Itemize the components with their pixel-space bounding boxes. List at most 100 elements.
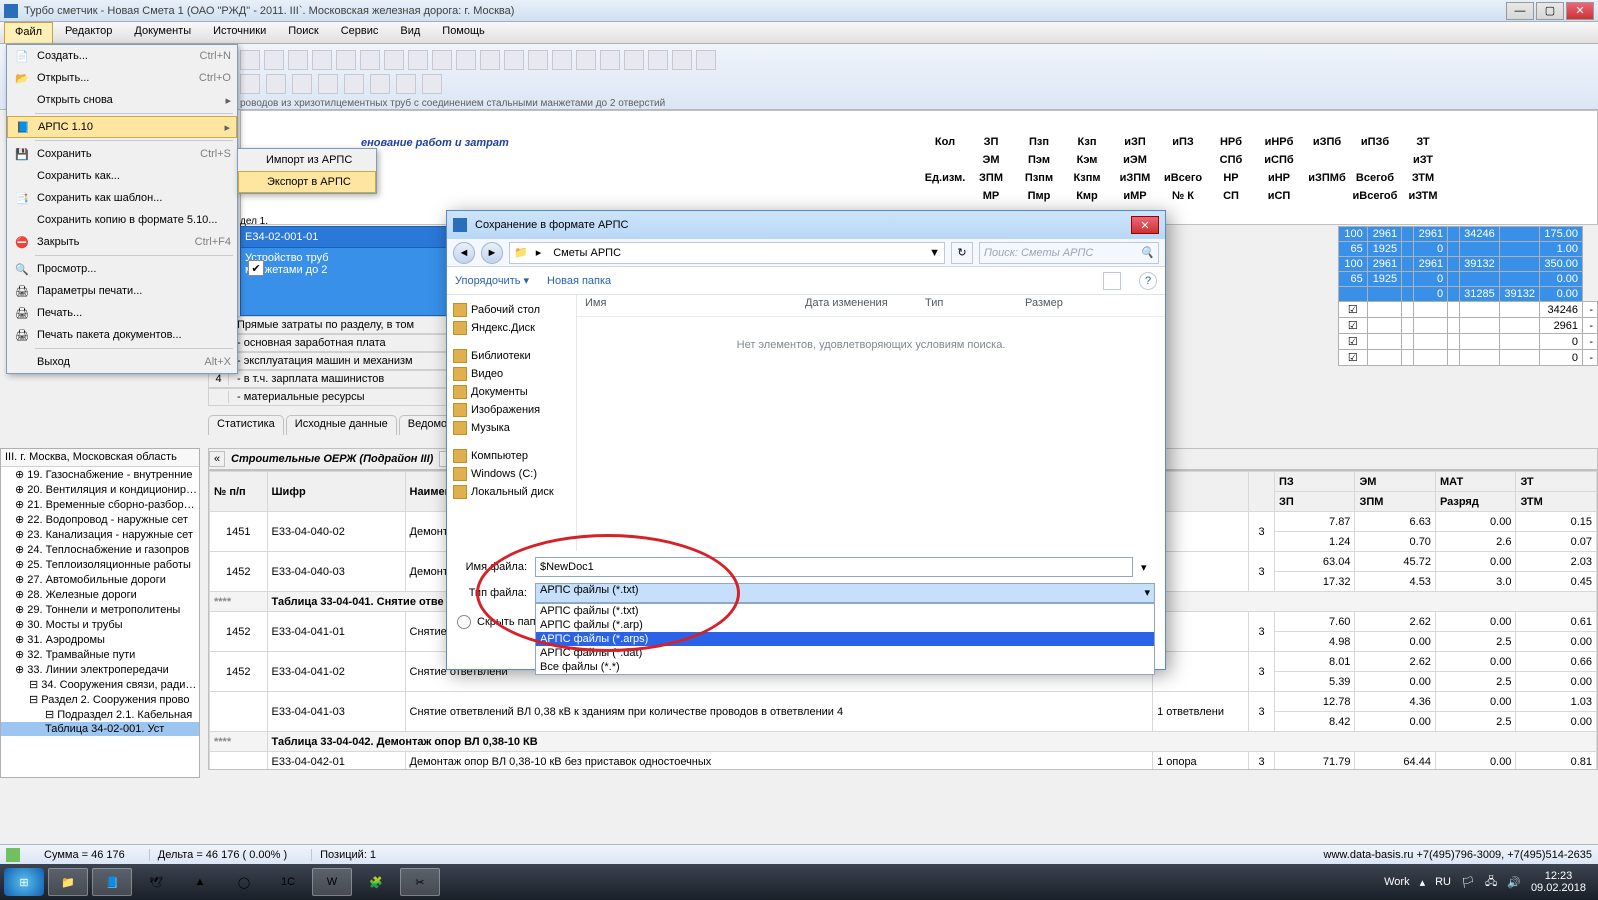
tab-sourcedata[interactable]: Исходные данные xyxy=(286,415,397,435)
file-menu-save[interactable]: 💾СохранитьCtrl+S xyxy=(7,143,237,165)
file-menu-savecopy[interactable]: Сохранить копию в формате 5.10... xyxy=(7,209,237,231)
start-button[interactable]: ⊞ xyxy=(4,868,44,896)
refresh-button[interactable]: ↻ xyxy=(951,242,973,264)
dialog-close-button[interactable]: ✕ xyxy=(1131,216,1159,234)
task-1c[interactable]: 1C xyxy=(268,868,308,896)
filename-input[interactable] xyxy=(535,557,1133,577)
system-tray[interactable]: Work ▴ RU 🏳 🖧 🔊 12:23 09.02.2018 xyxy=(1384,870,1594,894)
file-menu-printbatch[interactable]: 🖨Печать пакета документов... xyxy=(7,324,237,346)
folder-tree-item[interactable]: Компьютер xyxy=(451,447,572,465)
file-menu-close[interactable]: ⛔ЗакрытьCtrl+F4 xyxy=(7,231,237,253)
task-word[interactable]: W xyxy=(312,868,352,896)
region-dropdown[interactable]: III. г. Москва, Московская область xyxy=(1,449,199,467)
tb-icon[interactable] xyxy=(384,50,404,70)
table-row[interactable]: Е33-04-042-01Демонтаж опор ВЛ 0,38-10 кВ… xyxy=(210,752,1597,771)
tree-item[interactable]: ⊕ 25. Теплоизоляционные работы xyxy=(1,557,199,572)
tray-network-icon[interactable]: 🖧 xyxy=(1485,873,1497,892)
tree-item[interactable]: ⊕ 21. Временные сборно-разборны xyxy=(1,497,199,512)
tb-icon[interactable] xyxy=(240,74,260,94)
tree-item[interactable]: ⊕ 31. Аэродромы xyxy=(1,632,199,647)
task-snip[interactable]: ✂ xyxy=(400,868,440,896)
nav-fwd-button[interactable]: ► xyxy=(481,242,503,264)
table-row[interactable]: Е33-04-041-03Снятие ответвлений ВЛ 0,38 … xyxy=(210,692,1597,712)
tree-item[interactable]: ⊕ 29. Тоннели и метрополитены xyxy=(1,602,199,617)
file-menu-create[interactable]: 📄Создать...Ctrl+N xyxy=(7,45,237,67)
filetype-option[interactable]: АРПС файлы (*.dat) xyxy=(536,646,1154,660)
tree-item[interactable]: ⊟ 34. Сооружения связи, радиове xyxy=(1,677,199,692)
filename-dropdown-icon[interactable]: ▾ xyxy=(1141,561,1155,574)
menu-editor[interactable]: Редактор xyxy=(55,22,122,43)
tb-icon[interactable] xyxy=(504,50,524,70)
menu-help[interactable]: Помощь xyxy=(432,22,495,43)
folder-tree-item[interactable]: Музыка xyxy=(451,419,572,437)
tree-item[interactable]: ⊕ 27. Автомобильные дороги xyxy=(1,572,199,587)
file-menu-preview[interactable]: 🔍Просмотр... xyxy=(7,258,237,280)
view-button[interactable] xyxy=(1103,272,1121,290)
folder-tree-item[interactable]: Рабочий стол xyxy=(451,301,572,319)
help-button[interactable]: ? xyxy=(1139,272,1157,290)
tree-item[interactable]: ⊕ 19. Газоснабжение - внутренние xyxy=(1,467,199,482)
filetype-combo[interactable]: АРПС файлы (*.txt) ▾ АРПС файлы (*.txt)А… xyxy=(535,583,1155,603)
tray-show-hidden-icon[interactable]: ▴ xyxy=(1420,876,1426,889)
tb-icon[interactable] xyxy=(648,50,668,70)
file-menu-saveas[interactable]: Сохранить как... xyxy=(7,165,237,187)
arps-export[interactable]: Экспорт в АРПС xyxy=(238,171,376,193)
task-aimp[interactable]: ▲ xyxy=(180,868,220,896)
tb-icon[interactable] xyxy=(336,50,356,70)
tree-item[interactable]: ⊕ 22. Водопровод - наружные сет xyxy=(1,512,199,527)
tb-icon[interactable] xyxy=(288,50,308,70)
folder-tree[interactable]: Рабочий столЯндекс.ДискБиблиотекиВидеоДо… xyxy=(447,295,577,551)
menu-search[interactable]: Поиск xyxy=(278,22,328,43)
folder-tree-item[interactable]: Локальный диск xyxy=(451,483,572,501)
tb-icon[interactable] xyxy=(672,50,692,70)
task-app[interactable]: 🧩 xyxy=(356,868,396,896)
tree-item[interactable]: ⊕ 24. Теплоснабжение и газопров xyxy=(1,542,199,557)
tb-icon[interactable] xyxy=(422,74,442,94)
tb-icon[interactable] xyxy=(266,74,286,94)
tb-icon[interactable] xyxy=(344,74,364,94)
folder-tree-item[interactable]: Библиотеки xyxy=(451,347,572,365)
tree-item[interactable]: ⊟ Подраздел 2.1. Кабельная xyxy=(1,707,199,722)
tree-item[interactable]: Таблица 34-02-001. Уст xyxy=(1,722,199,736)
menu-service[interactable]: Сервис xyxy=(331,22,389,43)
maximize-button[interactable]: ▢ xyxy=(1536,2,1564,20)
tb-icon[interactable] xyxy=(480,50,500,70)
tb-icon[interactable] xyxy=(600,50,620,70)
file-menu-print[interactable]: 🖨Печать... xyxy=(7,302,237,324)
new-folder-button[interactable]: Новая папка xyxy=(547,275,611,287)
tb-icon[interactable] xyxy=(370,74,390,94)
search-input[interactable]: Поиск: Сметы АРПС🔍 xyxy=(979,242,1159,264)
task-explorer[interactable]: 📁 xyxy=(48,868,88,896)
tb-icon[interactable] xyxy=(576,50,596,70)
filetype-option[interactable]: АРПС файлы (*.arp) xyxy=(536,618,1154,632)
tray-volume-icon[interactable]: 🔊 xyxy=(1507,876,1521,889)
task-turbo[interactable]: 📘 xyxy=(92,868,132,896)
tree-item[interactable]: ⊕ 28. Железные дороги xyxy=(1,587,199,602)
menu-view[interactable]: Вид xyxy=(390,22,430,43)
tb-icon[interactable] xyxy=(408,50,428,70)
tree-item[interactable]: ⊕ 20. Вентиляция и кондициониров xyxy=(1,482,199,497)
arps-import[interactable]: Импорт из АРПС xyxy=(238,149,376,171)
file-list[interactable]: Имя Дата изменения Тип Размер Нет элемен… xyxy=(577,295,1165,551)
file-menu-printsetup[interactable]: 🖨Параметры печати... xyxy=(7,280,237,302)
tb-icon[interactable] xyxy=(360,50,380,70)
minimize-button[interactable]: ― xyxy=(1506,2,1534,20)
file-menu-savetemplate[interactable]: 📑Сохранить как шаблон... xyxy=(7,187,237,209)
tb-icon[interactable] xyxy=(624,50,644,70)
selected-row[interactable]: Е34-02-001-01 Устройство труб манжетами … xyxy=(240,226,450,316)
tb-icon[interactable] xyxy=(264,50,284,70)
folder-tree-item[interactable]: Изображения xyxy=(451,401,572,419)
tb-icon[interactable] xyxy=(318,74,338,94)
chevron-down-icon[interactable]: ▼ xyxy=(929,247,940,259)
tb-icon[interactable] xyxy=(552,50,572,70)
folder-tree-item[interactable]: Windows (C:) xyxy=(451,465,572,483)
file-menu-exit[interactable]: ВыходAlt+X xyxy=(7,351,237,373)
organize-button[interactable]: Упорядочить ▾ xyxy=(455,274,529,287)
filetype-option[interactable]: АРПС файлы (*.txt) xyxy=(536,604,1154,618)
menu-sources[interactable]: Источники xyxy=(203,22,276,43)
tree-item[interactable]: ⊕ 33. Линии электропередачи xyxy=(1,662,199,677)
file-menu-open[interactable]: 📂Открыть...Ctrl+O xyxy=(7,67,237,89)
tb-icon[interactable] xyxy=(432,50,452,70)
file-menu-reopen[interactable]: Открыть снова▸ xyxy=(7,89,237,111)
tb-icon[interactable] xyxy=(292,74,312,94)
